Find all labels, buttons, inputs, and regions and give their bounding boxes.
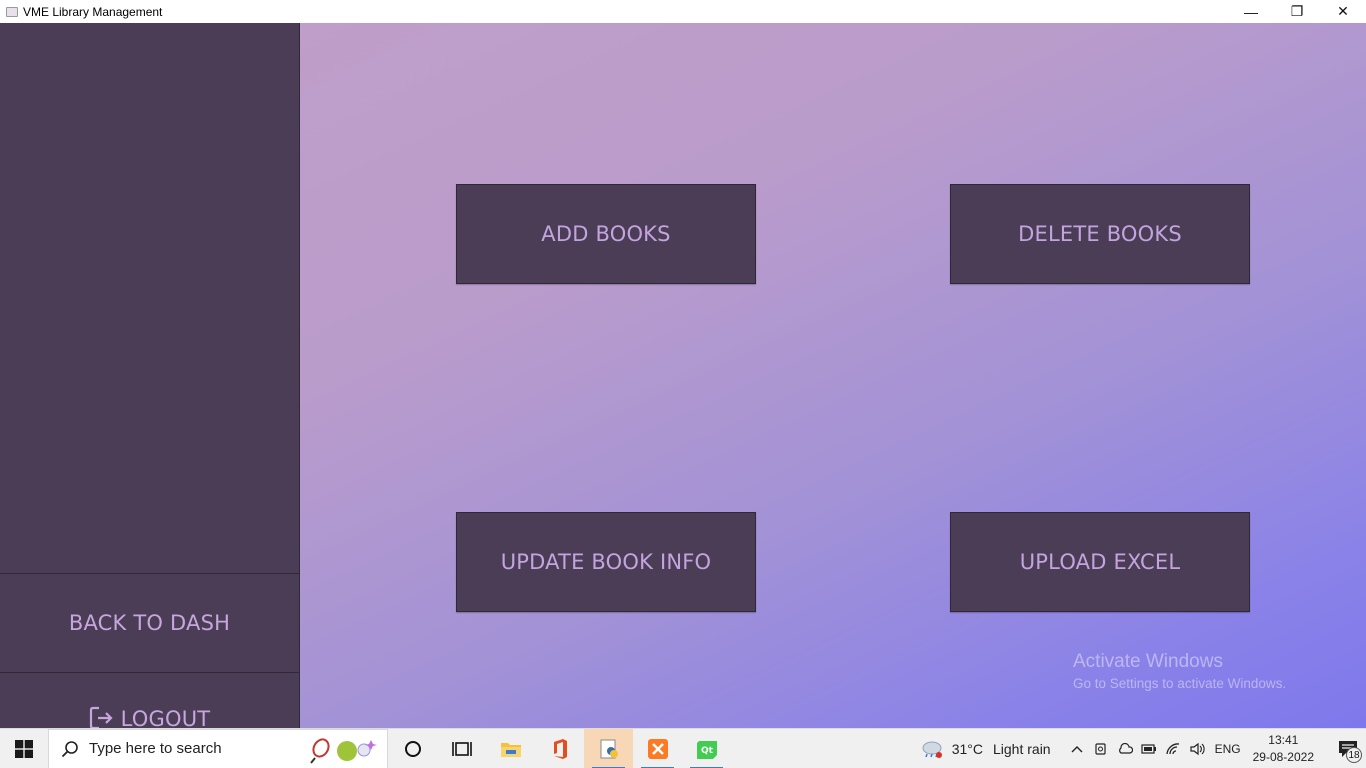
window-title: VME Library Management bbox=[23, 4, 163, 19]
network-button[interactable] bbox=[1161, 729, 1185, 768]
xampp-icon bbox=[647, 738, 668, 759]
clock[interactable]: 13:41 29-08-2022 bbox=[1253, 732, 1314, 766]
folder-icon bbox=[500, 742, 521, 757]
battery-button[interactable] bbox=[1137, 729, 1161, 768]
task-view-icon bbox=[451, 741, 472, 756]
watermark-title: Activate Windows bbox=[1073, 651, 1223, 672]
weather-temperature: 31°C bbox=[951, 741, 983, 757]
watermark-subtitle: Go to Settings to activate Windows. bbox=[1073, 676, 1287, 691]
taskbar: Type here to search Qt 31°C Light rain E… bbox=[0, 728, 1366, 768]
update-book-info-button[interactable]: UPDATE BOOK INFO bbox=[456, 512, 756, 612]
show-hidden-icons-button[interactable] bbox=[1065, 729, 1089, 768]
system-tray: 31°C Light rain ENG 13:41 29-08-2022 18 bbox=[920, 729, 1366, 768]
office-button[interactable] bbox=[535, 729, 584, 768]
back-to-dash-label: BACK TO DASH bbox=[68, 611, 231, 635]
sidebar: BACK TO DASH LOGOUT bbox=[0, 23, 300, 742]
battery-icon bbox=[1140, 744, 1156, 754]
upload-excel-button[interactable]: UPLOAD EXCEL bbox=[950, 512, 1250, 612]
search-highlight-icon bbox=[310, 737, 377, 764]
upload-excel-label: UPLOAD EXCEL bbox=[1019, 550, 1181, 574]
file-explorer-button[interactable] bbox=[486, 729, 535, 768]
cortana-circle-icon bbox=[404, 740, 421, 757]
language-indicator[interactable]: ENG bbox=[1215, 742, 1241, 756]
windows-logo-icon bbox=[15, 739, 33, 758]
office-icon bbox=[553, 738, 567, 759]
search-placeholder: Type here to search bbox=[89, 740, 222, 757]
taskbar-search[interactable]: Type here to search bbox=[48, 728, 388, 768]
chevron-up-icon bbox=[1071, 746, 1083, 753]
python-app-button[interactable] bbox=[584, 728, 633, 768]
minimize-button[interactable]: — bbox=[1228, 0, 1274, 23]
meet-now-button[interactable] bbox=[1089, 729, 1113, 768]
cloud-rain-icon bbox=[922, 741, 942, 758]
logout-icon bbox=[89, 705, 113, 730]
delete-books-button[interactable]: DELETE BOOKS bbox=[950, 184, 1250, 284]
notification-center-button[interactable]: 18 bbox=[1330, 729, 1366, 768]
cortana-button[interactable] bbox=[388, 729, 437, 768]
delete-books-label: DELETE BOOKS bbox=[1018, 222, 1182, 246]
task-view-button[interactable] bbox=[437, 729, 486, 768]
notification-count-badge: 18 bbox=[1346, 747, 1362, 763]
clock-time: 13:41 bbox=[1268, 733, 1299, 747]
python-file-icon bbox=[600, 739, 618, 758]
weather-widget[interactable]: 31°C Light rain bbox=[920, 739, 1051, 759]
back-to-dash-button[interactable]: BACK TO DASH bbox=[0, 573, 299, 673]
close-button[interactable]: ✕ bbox=[1320, 0, 1366, 23]
wifi-icon bbox=[1165, 743, 1179, 755]
onedrive-button[interactable] bbox=[1113, 729, 1137, 768]
main-panel: ADD BOOKS DELETE BOOKS UPDATE BOOK INFO … bbox=[300, 23, 1366, 728]
window-controls: — ❐ ✕ bbox=[1228, 0, 1366, 23]
speaker-icon bbox=[1189, 742, 1205, 756]
clock-date: 29-08-2022 bbox=[1252, 750, 1314, 764]
title-bar: VME Library Management — ❐ ✕ bbox=[0, 0, 1366, 23]
app-icon bbox=[6, 6, 18, 17]
start-button[interactable] bbox=[0, 729, 48, 768]
restore-button[interactable]: ❐ bbox=[1274, 0, 1320, 23]
add-books-button[interactable]: ADD BOOKS bbox=[456, 184, 756, 284]
camera-icon bbox=[1094, 743, 1106, 755]
add-books-label: ADD BOOKS bbox=[541, 222, 671, 246]
weather-description: Light rain bbox=[993, 741, 1051, 757]
qt-designer-icon: Qt bbox=[696, 740, 717, 759]
cloud-icon bbox=[1118, 743, 1133, 754]
update-book-info-label: UPDATE BOOK INFO bbox=[500, 550, 712, 574]
search-icon bbox=[61, 740, 78, 757]
volume-button[interactable] bbox=[1185, 729, 1209, 768]
svg-text:Qt: Qt bbox=[701, 746, 714, 756]
xampp-button[interactable] bbox=[633, 729, 682, 768]
activate-windows-watermark: Activate Windows Go to Settings to activ… bbox=[1073, 651, 1286, 691]
qt-app-button[interactable]: Qt bbox=[682, 729, 731, 768]
